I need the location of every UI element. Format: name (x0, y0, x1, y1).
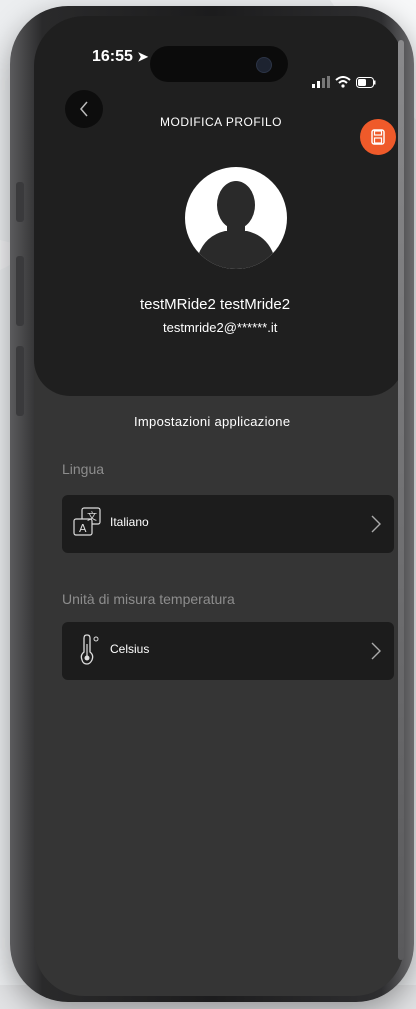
page-title: MODIFICA PROFILO (160, 115, 283, 129)
translate-icon: 文 A (73, 507, 101, 536)
chevron-right-icon (371, 642, 381, 660)
phone-edge (398, 40, 404, 960)
temperature-value: Celsius (110, 642, 150, 656)
action-button (16, 182, 24, 222)
language-row[interactable]: 文 A Italiano (62, 495, 394, 553)
avatar[interactable] (185, 167, 287, 269)
profile-email: testmride2@******.it (163, 320, 278, 335)
status-time: 16:55 ➤ (92, 48, 148, 66)
battery-icon (356, 76, 376, 88)
svg-text:A: A (79, 522, 87, 535)
settings-section-title: Impostazioni applicazione (134, 414, 291, 429)
volume-up-button (16, 256, 24, 326)
status-icons (312, 76, 376, 88)
temperature-label: Unità di misura temperatura (62, 591, 235, 607)
location-arrow-icon: ➤ (137, 49, 149, 64)
wifi-icon (335, 76, 351, 88)
dynamic-island (150, 46, 288, 82)
profile-name: testMRide2 testMride2 (140, 296, 291, 313)
signal-icon (312, 76, 330, 88)
chevron-left-icon (80, 101, 88, 117)
svg-text:文: 文 (87, 510, 97, 523)
back-button[interactable] (65, 90, 103, 128)
volume-down-button (16, 346, 24, 416)
user-silhouette-icon (195, 181, 277, 269)
language-label: Lingua (62, 461, 105, 477)
temperature-row[interactable]: Celsius (62, 622, 394, 680)
front-camera (256, 57, 272, 73)
language-value: Italiano (110, 515, 149, 529)
floppy-disk-icon (371, 129, 385, 145)
chevron-right-icon (371, 515, 381, 533)
save-button[interactable] (360, 119, 396, 155)
thermometer-icon (80, 634, 99, 665)
status-time-text: 16:55 (92, 48, 133, 65)
